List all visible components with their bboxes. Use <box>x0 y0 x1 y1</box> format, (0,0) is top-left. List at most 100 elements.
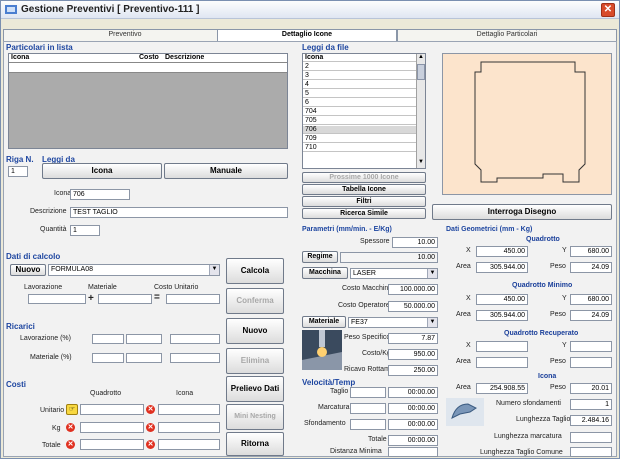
totale-icona[interactable] <box>158 439 220 450</box>
list-item[interactable]: 709 <box>303 135 425 143</box>
qm-y-field[interactable]: 680.00 <box>570 294 612 305</box>
costo-unitario-field[interactable] <box>166 294 220 304</box>
calcola-button[interactable]: Calcola <box>226 258 284 284</box>
nuovo-formula-button[interactable]: Nuovo <box>10 264 46 276</box>
macchina-select[interactable]: LASER ▼ <box>350 268 438 279</box>
totale-time[interactable]: 00:00.00 <box>388 435 438 446</box>
dati-geometrici-title: Dati Geometrici (mm - Kg) <box>446 226 533 233</box>
q-peso-field[interactable]: 24.09 <box>570 262 612 273</box>
list-item[interactable]: 2 <box>303 63 425 71</box>
unitario-quadrotto[interactable] <box>80 404 144 415</box>
num-sfond-field[interactable]: 1 <box>570 399 612 410</box>
ric-lav-total[interactable] <box>170 334 220 344</box>
costo-operatore-field[interactable]: 50.000.00 <box>388 301 438 312</box>
qr-y-field[interactable] <box>570 341 612 352</box>
list-item[interactable]: 5 <box>303 90 425 98</box>
marcatura-time[interactable]: 00:00.00 <box>388 403 438 414</box>
qr-x-field[interactable] <box>476 341 528 352</box>
icona-field[interactable]: 706 <box>70 189 130 200</box>
ric-mat-field[interactable] <box>92 353 124 363</box>
quantita-field[interactable]: 1 <box>70 225 100 236</box>
descrizione-field[interactable]: TEST TAGLIO <box>70 207 288 218</box>
q-area-field[interactable]: 305.944.00 <box>476 262 528 273</box>
marcatura-field[interactable] <box>350 403 386 414</box>
scroll-down-icon[interactable]: ▼ <box>417 159 425 168</box>
taglio-time[interactable]: 00:00.00 <box>388 387 438 398</box>
distanza-field[interactable] <box>388 447 438 457</box>
lavorazione-field[interactable] <box>28 294 86 304</box>
regime-field[interactable]: 10.00 <box>340 252 438 263</box>
list-item[interactable]: 710 <box>303 144 425 152</box>
prelievo-dati-button[interactable]: Prelievo Dati <box>226 376 284 402</box>
list-scrollbar[interactable]: ▲ ▼ <box>416 54 425 168</box>
tab-dettaglio-icone[interactable]: Dettaglio Icone <box>217 29 397 41</box>
materiale-button[interactable]: Materiale <box>302 316 346 328</box>
lung-marc-field[interactable] <box>570 432 612 443</box>
ric-lav-value[interactable] <box>126 334 162 344</box>
kg-icona[interactable] <box>158 422 220 433</box>
scroll-thumb[interactable] <box>417 64 425 80</box>
qr-peso-label: Peso <box>550 358 566 365</box>
ric-mat-total[interactable] <box>170 353 220 363</box>
scroll-up-icon[interactable]: ▲ <box>417 54 425 63</box>
ricerca-simile-button[interactable]: Ricerca Simile <box>302 208 426 219</box>
nuovo-button[interactable]: Nuovo <box>226 318 284 344</box>
ricavo-field[interactable]: 250.00 <box>388 365 438 376</box>
tabella-icone-button[interactable]: Tabella Icone <box>302 184 426 195</box>
sfondamento-field[interactable] <box>350 419 386 430</box>
q-y-field[interactable]: 680.00 <box>570 246 612 257</box>
qm-peso-field[interactable]: 24.09 <box>570 310 612 321</box>
q-x-label: X <box>466 247 471 254</box>
conferma-button[interactable]: Conferma <box>226 288 284 314</box>
peso-specifico-field[interactable]: 7.87 <box>388 333 438 344</box>
qr-area-field[interactable] <box>476 357 528 368</box>
qr-peso-field[interactable] <box>570 357 612 368</box>
taglio-field[interactable] <box>350 387 386 398</box>
icona-button[interactable]: Icona <box>42 163 162 179</box>
list-item[interactable]: 4 <box>303 81 425 89</box>
unitario-icona[interactable] <box>158 404 220 415</box>
interroga-disegno-button[interactable]: Interroga Disegno <box>432 204 612 220</box>
tab-preventivo[interactable]: Preventivo <box>3 29 247 41</box>
materiale-select[interactable]: FE37 ▼ <box>348 317 438 328</box>
costo-kg-field[interactable]: 950.00 <box>388 349 438 360</box>
list-item[interactable]: 705 <box>303 117 425 125</box>
costo-macchina-field[interactable]: 100.000.00 <box>388 284 438 295</box>
manuale-button[interactable]: Manuale <box>164 163 288 179</box>
tab-dettaglio-particolari[interactable]: Dettaglio Particolari <box>397 29 617 41</box>
riga-field[interactable]: 1 <box>8 166 28 177</box>
q-x-field[interactable]: 450.00 <box>476 246 528 257</box>
lung-comune-field[interactable] <box>570 447 612 457</box>
regime-button[interactable]: Regime <box>302 251 338 263</box>
i-peso-field[interactable]: 20.01 <box>570 383 612 394</box>
materiale-field[interactable] <box>98 294 152 304</box>
icone-list[interactable]: Icona 2 3 4 5 6 704 705 706 709 710 ▲ ▼ <box>302 53 426 169</box>
lung-taglio-field[interactable]: 2.484.16 <box>570 415 612 426</box>
spessore-field[interactable]: 10.00 <box>392 237 438 248</box>
part-drawing[interactable] <box>442 53 612 195</box>
list-item[interactable]: 3 <box>303 72 425 80</box>
i-area-field[interactable]: 254.908.55 <box>476 383 528 394</box>
pointer-icon[interactable]: ☞ <box>66 404 78 415</box>
close-button[interactable]: ✕ <box>601 3 615 17</box>
mini-nesting-button[interactable]: Mini Nesting <box>226 404 284 430</box>
ric-mat-value[interactable] <box>126 353 162 363</box>
list-item[interactable]: 6 <box>303 99 425 107</box>
ritorna-button[interactable]: Ritorna <box>226 432 284 456</box>
particolari-grid[interactable]: Icona Costo Descrizione <box>8 53 288 149</box>
list-item[interactable]: 704 <box>303 108 425 116</box>
costo-operatore-label: Costo Operatore <box>338 302 390 309</box>
list-item-selected[interactable]: 706 <box>303 126 425 134</box>
totale-quadrotto[interactable] <box>80 439 144 450</box>
grid-row[interactable] <box>9 63 287 73</box>
qm-area-field[interactable]: 305.944.00 <box>476 310 528 321</box>
sfondamento-time[interactable]: 00:00.00 <box>388 419 438 430</box>
formula-select[interactable]: FORMULA08 ▼ <box>48 264 220 276</box>
ric-lav-field[interactable] <box>92 334 124 344</box>
filtri-button[interactable]: Filtri <box>302 196 426 207</box>
prossime-icone-button[interactable]: Prossime 1000 Icone <box>302 172 426 183</box>
kg-quadrotto[interactable] <box>80 422 144 433</box>
elimina-button[interactable]: Elimina <box>226 348 284 374</box>
qm-x-field[interactable]: 450.00 <box>476 294 528 305</box>
macchina-button[interactable]: Macchina <box>302 267 348 279</box>
